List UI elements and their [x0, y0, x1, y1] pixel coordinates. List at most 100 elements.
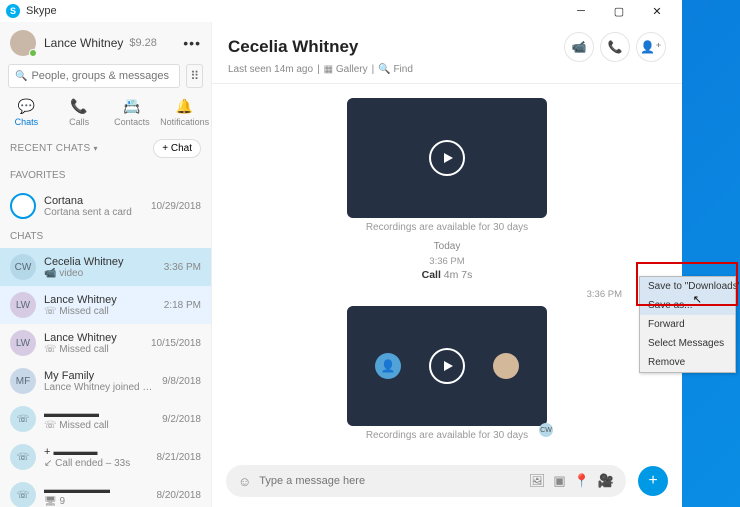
media-icon[interactable]: ▣: [553, 473, 565, 489]
recording-thumbnail-bottom[interactable]: 👤: [347, 306, 547, 426]
recording-caption: Recordings are available for 30 days: [366, 222, 528, 233]
account-avatar: [10, 30, 36, 56]
last-seen: Last seen 14m ago: [228, 64, 313, 75]
emoji-icon[interactable]: ☺: [238, 474, 251, 489]
chat-item[interactable]: LW Lance Whitney ☏ Missed call 10/15/201…: [0, 324, 211, 362]
chat-preview: Lance Whitney joined this co…: [44, 382, 154, 393]
more-icon[interactable]: •••: [183, 35, 201, 51]
chat-preview: ☏ Missed call: [44, 344, 143, 355]
skype-logo: S: [6, 4, 20, 18]
add-participants-button[interactable]: 👤⁺: [636, 32, 666, 62]
chat-item[interactable]: MF My Family Lance Whitney joined this c…: [0, 362, 211, 400]
maximize-button[interactable]: ▢: [600, 0, 638, 22]
calls-icon: 📞: [70, 98, 87, 115]
audio-call-button[interactable]: 📞: [600, 32, 630, 62]
tab-notifications[interactable]: 🔔Notifications: [158, 98, 211, 127]
location-icon[interactable]: 📍: [574, 473, 590, 489]
sender-badge: CW: [539, 423, 553, 437]
chat-item[interactable]: LW Lance Whitney ☏ Missed call 2:18 PM: [0, 286, 211, 324]
chat-avatar: ☏: [10, 406, 36, 432]
date-separator: Today: [434, 241, 461, 252]
chat-date: 10/29/2018: [151, 201, 201, 212]
bell-icon: 🔔: [176, 98, 193, 115]
chat-item[interactable]: CW Cecelia Whitney 📹 video 3:36 PM: [0, 248, 211, 286]
context-menu-item[interactable]: Select Messages: [640, 334, 735, 353]
chat-avatar: ☏: [10, 444, 36, 470]
account-row[interactable]: Lance Whitney $9.28 •••: [0, 22, 211, 64]
chat-date: 8/20/2018: [157, 490, 202, 501]
chat-date: 9/2/2018: [162, 414, 201, 425]
minimize-button[interactable]: ─: [562, 0, 600, 22]
chat-name: ▬▬▬▬▬: [44, 408, 154, 420]
gallery-link[interactable]: ▦ Gallery: [324, 64, 368, 75]
call-timestamp: 3:36 PM: [429, 256, 464, 267]
section-favorites: FAVORITES: [0, 164, 211, 187]
video-call-button[interactable]: 📹: [564, 32, 594, 62]
chat-preview: ☏ Missed call: [44, 306, 156, 317]
presence-dot: [29, 49, 37, 57]
play-icon: [429, 140, 465, 176]
participant-avatar: 👤: [375, 353, 401, 379]
find-link[interactable]: 🔍 Find: [378, 64, 413, 75]
context-menu-item[interactable]: Save to "Downloads": [640, 277, 735, 296]
chat-avatar: ☏: [10, 482, 36, 507]
call-event: Call 4m 7s: [422, 269, 473, 281]
chat-date: 3:36 PM: [164, 262, 201, 273]
window-title: Skype: [26, 5, 562, 17]
chevron-down-icon[interactable]: ▾: [93, 144, 97, 153]
search-input[interactable]: [31, 70, 173, 82]
cortana-avatar: [10, 193, 36, 219]
recording-caption: Recordings are available for 30 days: [366, 430, 528, 441]
chat-name: Cortana: [44, 195, 143, 207]
conversation-title: Cecelia Whitney: [228, 37, 558, 57]
context-menu-item[interactable]: Forward: [640, 315, 735, 334]
chat-date: 8/21/2018: [157, 452, 202, 463]
chat-avatar: MF: [10, 368, 36, 394]
chat-preview: 🖥 9: [44, 496, 149, 507]
recording-timestamp: 3:36 PM: [232, 289, 662, 300]
chat-avatar: LW: [10, 292, 36, 318]
section-chats: CHATS: [0, 225, 211, 248]
chat-item[interactable]: ☏ ▬▬▬▬▬▬ 🖥 9 8/20/2018: [0, 476, 211, 507]
chat-name: ▬▬▬▬▬▬: [44, 484, 149, 496]
account-name: Lance Whitney: [44, 36, 123, 50]
chat-name: My Family: [44, 370, 154, 382]
chat-name: Cecelia Whitney: [44, 256, 156, 268]
account-balance: $9.28: [129, 37, 157, 49]
chat-name: + ▬▬▬▬: [44, 446, 149, 458]
search-input-container[interactable]: 🔍: [8, 64, 180, 88]
chat-date: 9/8/2018: [162, 376, 201, 387]
recording-thumbnail-top[interactable]: [347, 98, 547, 218]
participant-avatar: [493, 353, 519, 379]
close-button[interactable]: ✕: [638, 0, 676, 22]
context-menu: Save to "Downloads"Save as...ForwardSele…: [639, 276, 736, 373]
card-icon[interactable]: 🖼: [529, 473, 546, 489]
message-input-container[interactable]: ☺ 🖼 ▣ 📍 🎥: [226, 465, 626, 497]
tab-chats[interactable]: 💬Chats: [0, 98, 53, 127]
message-input[interactable]: [259, 475, 521, 487]
chat-preview: Cortana sent a card: [44, 207, 143, 218]
chats-icon: 💬: [18, 98, 35, 115]
dialpad-button[interactable]: ⠿: [186, 64, 203, 88]
chat-item[interactable]: ☏ ▬▬▬▬▬ ☏ Missed call 9/2/2018: [0, 400, 211, 438]
chat-item[interactable]: ☏ + ▬▬▬▬ ↙ Call ended – 33s 8/21/2018: [0, 438, 211, 476]
chat-avatar: LW: [10, 330, 36, 356]
new-chat-button[interactable]: + Chat: [153, 139, 201, 158]
chat-name: Lance Whitney: [44, 294, 156, 306]
play-icon: [429, 348, 465, 384]
chat-preview: 📹 video: [44, 268, 156, 279]
context-menu-item[interactable]: Save as...: [640, 296, 735, 315]
chat-date: 2:18 PM: [164, 300, 201, 311]
chat-avatar: CW: [10, 254, 36, 280]
video-msg-icon[interactable]: 🎥: [598, 473, 614, 489]
send-button[interactable]: +: [638, 466, 668, 496]
tab-calls[interactable]: 📞Calls: [53, 98, 106, 127]
chat-date: 10/15/2018: [151, 338, 201, 349]
favorite-item[interactable]: Cortana Cortana sent a card 10/29/2018: [0, 187, 211, 225]
chat-name: Lance Whitney: [44, 332, 143, 344]
section-recent: RECENT CHATS: [10, 143, 90, 154]
chat-preview: ☏ Missed call: [44, 420, 154, 431]
context-menu-item[interactable]: Remove: [640, 353, 735, 372]
contacts-icon: 📇: [123, 98, 140, 115]
tab-contacts[interactable]: 📇Contacts: [106, 98, 159, 127]
